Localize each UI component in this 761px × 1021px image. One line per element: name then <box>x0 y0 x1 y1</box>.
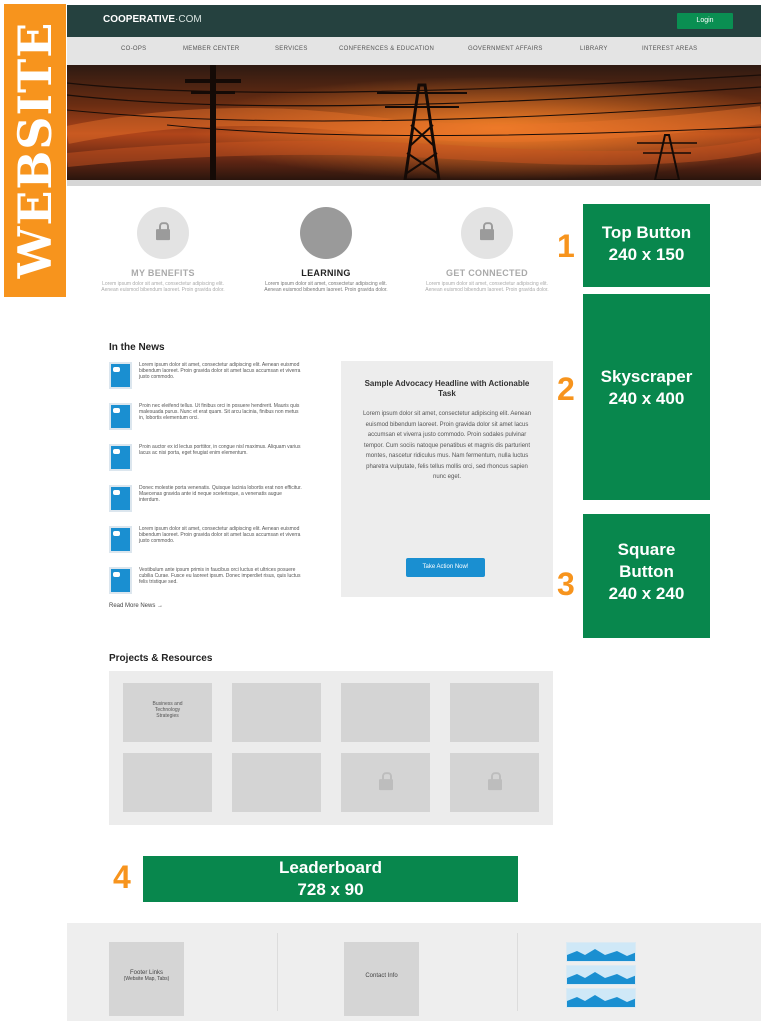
project-tile-locked[interactable] <box>450 753 539 812</box>
footer-divider <box>277 933 278 1011</box>
nav-item-government-affairs[interactable]: GOVERNMENT AFFAIRS <box>468 46 543 52</box>
read-more-news-link[interactable]: Read More News → <box>109 603 163 609</box>
news-item-text: Lorem ipsum dolor sit amet, consectetur … <box>139 526 301 544</box>
advocacy-panel: Sample Advocacy Headline with Actionable… <box>341 361 553 597</box>
ad-top-button: Top Button 240 x 150 <box>583 204 710 287</box>
projects-grid: Business and Technology Strategies <box>109 671 553 825</box>
nav-item-services[interactable]: SERVICES <box>275 46 308 52</box>
website-tag-label: WEBSITE <box>8 21 62 279</box>
project-tile[interactable] <box>123 753 212 812</box>
website-section-tag: WEBSITE <box>4 4 66 297</box>
news-item[interactable]: Lorem ipsum dolor sit amet, consectetur … <box>109 526 309 562</box>
footer-contact-label: Contact Info <box>365 973 398 979</box>
footer-links-box[interactable]: Footer Links (Website Map, Tabs) <box>109 942 184 1016</box>
project-tile[interactable]: Business and Technology Strategies <box>123 683 212 742</box>
news-item-text: Vestibulum ante ipsum primis in faucibus… <box>139 567 301 585</box>
site-logo[interactable]: COOPERATIVE·COM <box>103 14 202 25</box>
news-item[interactable]: Proin nec eleifend tellus. Ut finibus or… <box>109 403 309 439</box>
projects-section-title: Projects & Resources <box>109 653 213 664</box>
lock-icon <box>487 771 502 790</box>
footer-links-sublabel: (Website Map, Tabs) <box>123 976 170 982</box>
nav-item-member-center[interactable]: MEMBER CENTER <box>183 46 240 52</box>
feature-title: GET CONNECTED <box>446 268 528 278</box>
ad-skyscraper: Skyscraper 240 x 400 <box>583 294 710 500</box>
ad-size: 240 x 150 <box>608 245 685 264</box>
project-tile[interactable] <box>341 683 430 742</box>
feature-circle <box>137 207 189 259</box>
news-image-icon <box>109 403 132 430</box>
news-image-icon <box>109 567 132 594</box>
ad-size: 728 x 90 <box>297 880 364 899</box>
ad-leaderboard: Leaderboard 728 x 90 <box>143 856 518 902</box>
news-item-text: Lorem ipsum dolor sit amet, consectetur … <box>139 362 301 380</box>
ad-name: Skyscraper <box>600 367 693 386</box>
login-button[interactable]: Login <box>677 13 733 29</box>
ad-name: Square Button <box>617 540 676 581</box>
feature-text: Lorem ipsum dolor sit amet, consectetur … <box>101 281 225 293</box>
project-tile-caption: Business and Technology Strategies <box>152 701 183 719</box>
ad-number-4: 4 <box>113 859 131 895</box>
feature-circle <box>300 207 352 259</box>
footer-image-thumbnail[interactable] <box>566 965 636 985</box>
project-tile[interactable] <box>232 683 321 742</box>
nav-item-library[interactable]: LIBRARY <box>580 46 608 52</box>
footer-contact-box[interactable]: Contact Info <box>344 942 419 1016</box>
project-tile[interactable] <box>232 753 321 812</box>
feature-learning[interactable]: LEARNING Lorem ipsum dolor sit amet, con… <box>251 207 401 293</box>
news-image-icon <box>109 526 132 553</box>
feature-title: LEARNING <box>301 268 351 278</box>
news-item-text: Proin auctor ex id lectus porttitor, in … <box>139 444 301 456</box>
hero-image <box>67 65 761 180</box>
news-image-icon <box>109 362 132 389</box>
ad-square-button: Square Button 240 x 240 <box>583 514 710 638</box>
news-image-icon <box>109 485 132 512</box>
news-item[interactable]: Proin auctor ex id lectus porttitor, in … <box>109 444 309 480</box>
logo-main: COOPERATIVE <box>103 14 176 25</box>
news-section-title: In the News <box>109 342 165 353</box>
site-header: COOPERATIVE·COM Login <box>67 5 761 37</box>
project-tile-locked[interactable] <box>341 753 430 812</box>
ad-name: Leaderboard <box>279 858 382 877</box>
nav-item-conferences[interactable]: CONFERENCES & EDUCATION <box>339 46 434 52</box>
footer-divider <box>517 933 518 1011</box>
news-item-text: Proin nec eleifend tellus. Ut finibus or… <box>139 403 300 421</box>
lock-icon <box>480 222 494 241</box>
lock-icon <box>156 222 170 241</box>
ad-number-2: 2 <box>557 371 575 407</box>
ad-name: Top Button <box>601 223 692 242</box>
news-item[interactable]: Vestibulum ante ipsum primis in faucibus… <box>109 567 309 603</box>
main-nav: CO-OPS MEMBER CENTER SERVICES CONFERENCE… <box>67 37 761 65</box>
lock-icon <box>378 771 393 790</box>
footer-image-thumbnail[interactable] <box>566 942 636 962</box>
feature-title: MY BENEFITS <box>131 268 195 278</box>
footer-image-thumbnail[interactable] <box>566 988 636 1008</box>
project-tile[interactable] <box>450 683 539 742</box>
nav-item-interest-areas[interactable]: INTEREST AREAS <box>642 46 697 52</box>
feature-my-benefits[interactable]: MY BENEFITS Lorem ipsum dolor sit amet, … <box>88 207 238 293</box>
feature-text: Lorem ipsum dolor sit amet, consectetur … <box>425 281 549 293</box>
advocacy-headline: Sample Advocacy Headline with Actionable… <box>364 379 530 398</box>
advocacy-body: Lorem ipsum dolor sit amet, consectetur … <box>362 411 532 480</box>
nav-item-coops[interactable]: CO-OPS <box>121 46 146 52</box>
feature-text: Lorem ipsum dolor sit amet, consectetur … <box>264 281 388 293</box>
news-item[interactable]: Lorem ipsum dolor sit amet, consectetur … <box>109 362 309 398</box>
feature-get-connected[interactable]: GET CONNECTED Lorem ipsum dolor sit amet… <box>412 207 562 293</box>
news-item-text: Donec molestie porta venenatis. Quisque … <box>139 485 302 503</box>
ad-number-3: 3 <box>557 566 575 602</box>
news-item[interactable]: Donec molestie porta venenatis. Quisque … <box>109 485 309 521</box>
news-image-icon <box>109 444 132 471</box>
ad-size: 240 x 400 <box>608 389 685 408</box>
logo-suffix: ·COM <box>175 14 202 25</box>
ad-number-1: 1 <box>557 228 575 264</box>
ad-size: 240 x 240 <box>608 584 685 603</box>
power-lines-illustration <box>67 65 761 180</box>
take-action-button[interactable]: Take Action Now! <box>406 558 485 577</box>
feature-circle <box>461 207 513 259</box>
hero-divider <box>67 180 761 186</box>
